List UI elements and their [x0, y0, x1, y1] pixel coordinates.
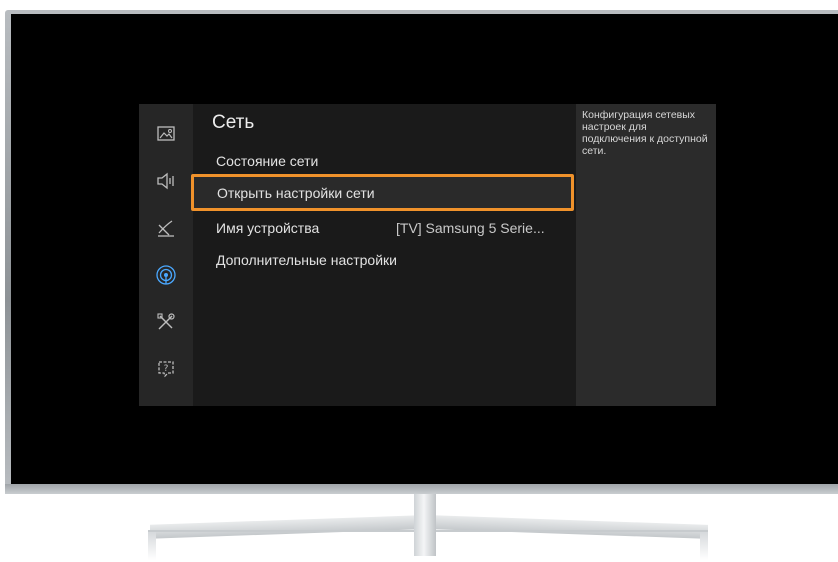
menu-item-label: Дополнительные настройки [216, 252, 397, 268]
description-panel: Конфигурация сетевых настроек для подклю… [576, 104, 716, 406]
menu-item-label: Имя устройства [216, 220, 320, 236]
stand-neck [414, 494, 436, 556]
menu-item-device-name[interactable]: Имя устройства [TV] Samsung 5 Serie... [193, 211, 576, 245]
network-menu: Сеть Состояние сети Открыть настройки се… [191, 104, 576, 406]
settings-sidebar: ? [139, 104, 193, 406]
menu-item-advanced-settings[interactable]: Дополнительные настройки [193, 243, 576, 277]
menu-item-network-status[interactable]: Состояние сети [193, 144, 576, 178]
tv-bottom-bezel [5, 484, 838, 494]
menu-item-open-network-settings[interactable]: Открыть настройки сети [191, 174, 574, 211]
picture-icon [157, 125, 175, 141]
page-title: Сеть [212, 112, 255, 133]
svg-text:?: ? [164, 364, 169, 374]
sidebar-item-picture[interactable] [139, 110, 193, 157]
network-icon [156, 264, 176, 285]
sidebar-item-broadcast[interactable] [139, 204, 193, 251]
sidebar-item-network[interactable] [139, 251, 193, 298]
support-icon: ? [158, 360, 174, 377]
tools-icon [157, 312, 175, 329]
description-text: Конфигурация сетевых настроек для подклю… [582, 109, 708, 157]
sound-icon [157, 172, 174, 189]
menu-item-label: Открыть настройки сети [217, 184, 375, 201]
menu-item-label: Состояние сети [216, 153, 319, 169]
device-name-value: [TV] Samsung 5 Serie... [396, 220, 545, 236]
broadcast-icon [158, 219, 174, 237]
sidebar-item-support[interactable]: ? [139, 345, 193, 392]
sidebar-item-tools[interactable] [139, 298, 193, 345]
sidebar-item-sound[interactable] [139, 157, 193, 204]
